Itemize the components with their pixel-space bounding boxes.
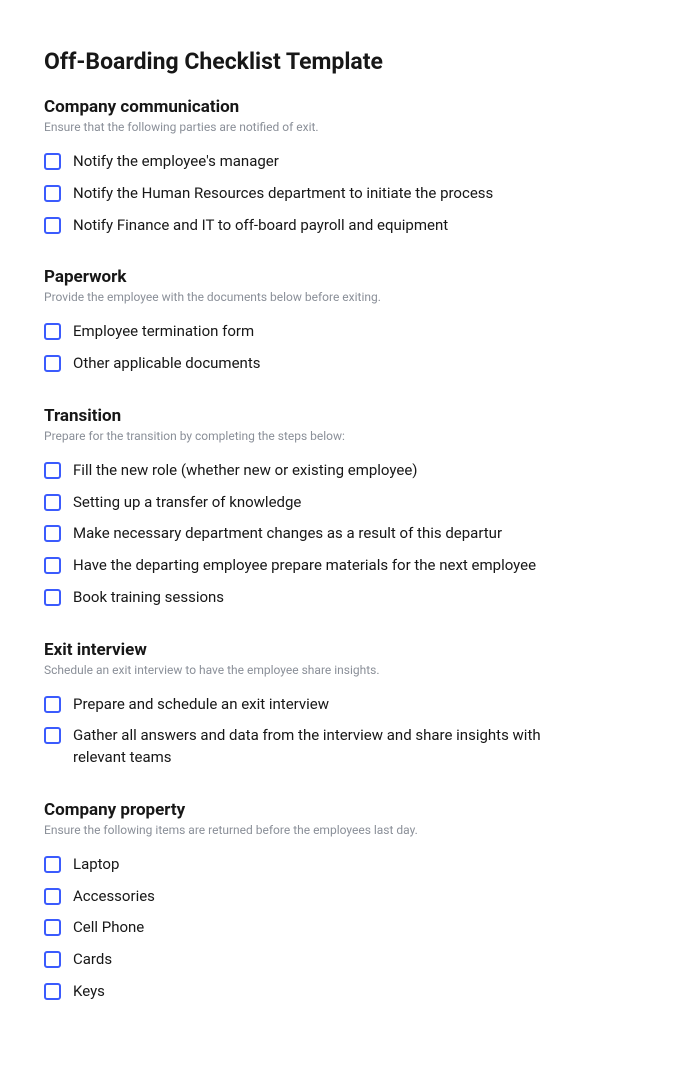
section-title: Company communication	[44, 97, 640, 117]
section-desc: Ensure the following items are returned …	[44, 823, 640, 837]
list-item: Fill the new role (whether new or existi…	[44, 455, 640, 487]
list-item: Make necessary department changes as a r…	[44, 518, 640, 550]
item-label: Notify the Human Resources department to…	[73, 183, 493, 205]
checkbox[interactable]	[44, 494, 61, 511]
item-label: Fill the new role (whether new or existi…	[73, 460, 418, 482]
list-item: Other applicable documents	[44, 348, 640, 380]
item-label: Have the departing employee prepare mate…	[73, 555, 536, 577]
list-item: Cards	[44, 944, 640, 976]
item-label: Setting up a transfer of knowledge	[73, 492, 301, 514]
list-item: Book training sessions	[44, 582, 640, 614]
section-desc: Provide the employee with the documents …	[44, 290, 640, 304]
checkbox[interactable]	[44, 525, 61, 542]
section-title: Paperwork	[44, 267, 640, 287]
checkbox[interactable]	[44, 589, 61, 606]
item-label: Employee termination form	[73, 321, 254, 343]
list-item: Notify the employee's manager	[44, 146, 640, 178]
item-label: Keys	[73, 981, 105, 1003]
checkbox[interactable]	[44, 153, 61, 170]
item-label: Cell Phone	[73, 917, 144, 939]
list-item: Cell Phone	[44, 912, 640, 944]
list-item: Notify Finance and IT to off-board payro…	[44, 210, 640, 242]
checkbox[interactable]	[44, 727, 61, 744]
section-title: Transition	[44, 406, 640, 426]
item-label: Accessories	[73, 886, 155, 908]
item-label: Make necessary department changes as a r…	[73, 523, 502, 545]
item-label: Laptop	[73, 854, 119, 876]
list-item: Have the departing employee prepare mate…	[44, 550, 640, 582]
checkbox[interactable]	[44, 951, 61, 968]
item-label: Other applicable documents	[73, 353, 260, 375]
section: Paperwork Provide the employee with the d…	[44, 267, 640, 380]
list-item: Keys	[44, 976, 640, 1008]
checkbox[interactable]	[44, 323, 61, 340]
checkbox[interactable]	[44, 919, 61, 936]
list-item: Prepare and schedule an exit interview	[44, 689, 640, 721]
checkbox[interactable]	[44, 856, 61, 873]
checkbox[interactable]	[44, 983, 61, 1000]
item-label: Book training sessions	[73, 587, 224, 609]
section-desc: Ensure that the following parties are no…	[44, 120, 640, 134]
section: Transition Prepare for the transition by …	[44, 406, 640, 614]
item-label: Gather all answers and data from the int…	[73, 725, 573, 769]
section-title: Exit interview	[44, 640, 640, 660]
checkbox[interactable]	[44, 462, 61, 479]
checkbox[interactable]	[44, 355, 61, 372]
checkbox[interactable]	[44, 217, 61, 234]
section: Company property Ensure the following ite…	[44, 800, 640, 1008]
item-label: Notify Finance and IT to off-board payro…	[73, 215, 448, 237]
list-item: Setting up a transfer of knowledge	[44, 487, 640, 519]
section: Exit interview Schedule an exit interview…	[44, 640, 640, 774]
list-item: Employee termination form	[44, 316, 640, 348]
section: Company communication Ensure that the fol…	[44, 97, 640, 241]
list-item: Accessories	[44, 881, 640, 913]
checkbox[interactable]	[44, 888, 61, 905]
list-item: Notify the Human Resources department to…	[44, 178, 640, 210]
section-desc: Prepare for the transition by completing…	[44, 429, 640, 443]
list-item: Gather all answers and data from the int…	[44, 720, 640, 774]
checkbox[interactable]	[44, 185, 61, 202]
checkbox[interactable]	[44, 557, 61, 574]
list-item: Laptop	[44, 849, 640, 881]
checkbox[interactable]	[44, 696, 61, 713]
page-title: Off-Boarding Checklist Template	[44, 48, 640, 75]
section-title: Company property	[44, 800, 640, 820]
item-label: Prepare and schedule an exit interview	[73, 694, 329, 716]
section-desc: Schedule an exit interview to have the e…	[44, 663, 640, 677]
item-label: Notify the employee's manager	[73, 151, 279, 173]
item-label: Cards	[73, 949, 112, 971]
